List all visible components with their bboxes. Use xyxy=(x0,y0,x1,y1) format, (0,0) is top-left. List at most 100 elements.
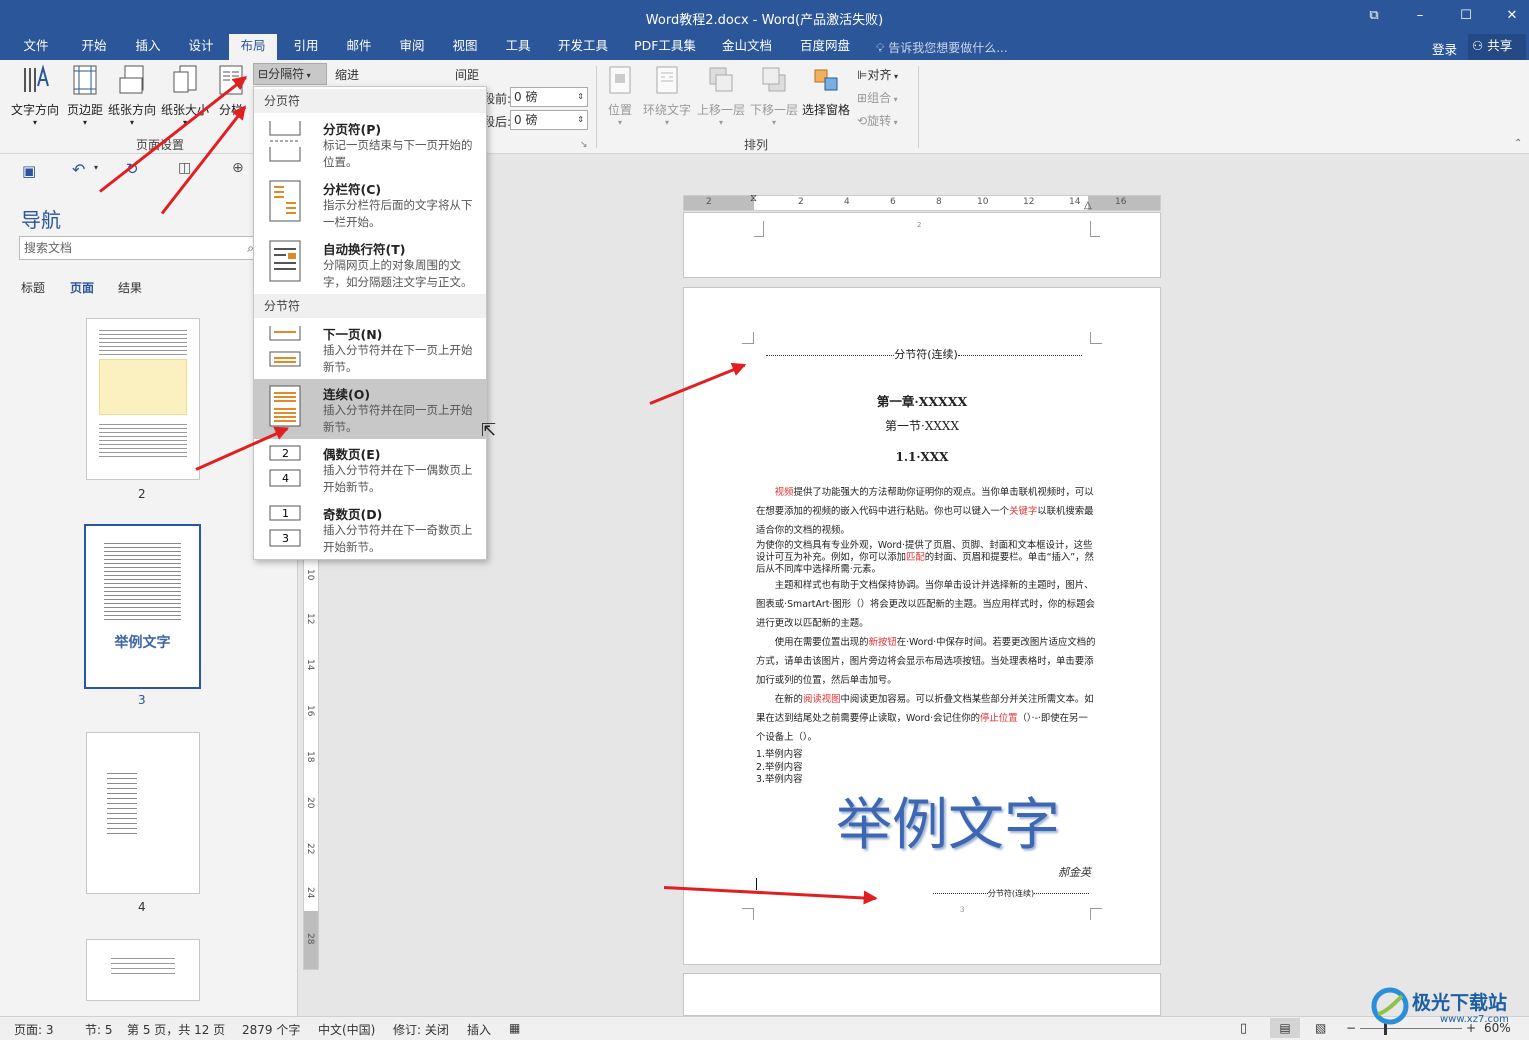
tab-design[interactable]: 设计 xyxy=(177,34,225,60)
maximize-button[interactable]: ☐ xyxy=(1443,0,1489,34)
menu-item-even-page[interactable]: 24 偶数页(E) 插入分节符并在下一偶数页上开始新节。 xyxy=(254,439,486,499)
ruler-tick: 12 xyxy=(1023,197,1035,207)
print-layout-view-icon[interactable]: ▤ xyxy=(1270,1018,1300,1038)
nav-search-input[interactable]: 搜索文档 ⌕ xyxy=(19,236,259,260)
login-link[interactable]: 登录 xyxy=(1432,39,1457,58)
right-indent-marker-icon[interactable]: △ xyxy=(1084,200,1092,211)
previous-page[interactable]: 2 xyxy=(683,212,1161,278)
spacing-before-field[interactable]: 0 磅 ⇕ xyxy=(510,87,588,107)
section-heading[interactable]: 第一节·XXXX xyxy=(684,417,1160,434)
share-button[interactable]: ⚇ 共享 xyxy=(1468,34,1526,60)
undo-icon[interactable]: ↶ xyxy=(72,160,85,179)
body-paragraph[interactable]: 为使你的文档具有专业外观，Word·提供了页眉、页脚、封面和文本框设计，这些设计… xyxy=(756,540,1096,576)
horizontal-ruler[interactable]: 2 2 4 6 8 10 12 14 16 ⧖ △ xyxy=(683,193,1161,211)
spinner-icon[interactable]: ⇕ xyxy=(577,88,584,106)
read-mode-view-icon[interactable]: ▯ xyxy=(1240,1021,1247,1036)
nav-tab-results[interactable]: 结果 xyxy=(118,279,142,296)
wordart-big-text[interactable]: 举例文字 xyxy=(836,780,1060,861)
page-thumbnail-5[interactable] xyxy=(86,939,200,1001)
align-button[interactable]: ⊫对齐 ▾ xyxy=(857,66,898,83)
current-page[interactable]: 分节符(连续) 第一章·XXXXX 第一节·XXXX 1.1·XXX 视频提供了… xyxy=(683,287,1161,965)
save-icon[interactable]: ▣ xyxy=(22,162,36,180)
status-insert[interactable]: 插入 xyxy=(467,1021,491,1038)
web-layout-view-icon[interactable]: ▧ xyxy=(1315,1021,1326,1035)
macro-icon[interactable]: ▦ xyxy=(509,1021,520,1035)
tab-tools[interactable]: 工具 xyxy=(494,34,542,60)
breaks-button[interactable]: ⊟分隔符 ▾ xyxy=(253,63,327,85)
subsection-heading[interactable]: 1.1·XXX xyxy=(684,450,1160,464)
paragraph-dialog-launcher-icon[interactable]: ↘ xyxy=(580,140,588,150)
section-break-bottom[interactable]: 分节符(连续) xyxy=(929,888,1093,899)
zoom-out-icon[interactable]: − xyxy=(1346,1021,1356,1035)
close-button[interactable]: ✕ xyxy=(1489,0,1529,34)
tab-baidu-netdisk[interactable]: 百度网盘 xyxy=(792,34,858,60)
menu-item-title: 下一页(N) xyxy=(323,327,383,342)
status-words[interactable]: 2879 个字 xyxy=(242,1021,300,1038)
menu-item-odd-page[interactable]: 13 奇数页(D) 插入分节符并在下一奇数页上开始新节。 xyxy=(254,499,486,559)
menu-item-page-break[interactable]: 分页符(P) 标记一页结束与下一页开始的位置。 xyxy=(254,114,486,174)
margins-button[interactable]: 页边距 ▾ xyxy=(64,64,106,127)
vertical-ruler[interactable]: 10 12 14 16 18 20 22 24 28 xyxy=(303,540,319,970)
watermark-logo: 极光下载站 www.xz7.com xyxy=(1370,982,1524,1034)
position-button[interactable]: 位置 ▾ xyxy=(603,64,637,127)
tab-insert[interactable]: 插入 xyxy=(124,34,172,60)
body-paragraph[interactable]: 主题和样式也有助于文档保持协调。当你单击设计并选择新的主题时，图片、图表或·Sm… xyxy=(756,576,1096,633)
tab-home[interactable]: 开始 xyxy=(70,34,118,60)
body-paragraph[interactable]: 使用在需要位置出现的新按钮在·Word·中保存时间。若要更改图片适应文档的方式，… xyxy=(756,633,1096,690)
tab-developer[interactable]: 开发工具 xyxy=(550,34,616,60)
nav-tab-pages[interactable]: 页面 xyxy=(70,279,94,296)
minimize-button[interactable]: – xyxy=(1397,0,1443,34)
spacing-after-label: 段后: xyxy=(483,115,512,129)
size-button[interactable]: 纸张大小▾ xyxy=(160,64,210,127)
nav-tab-headings[interactable]: 标题 xyxy=(21,279,45,296)
send-backward-button[interactable]: 下移一层 ▾ xyxy=(748,64,800,127)
indent-marker-icon[interactable]: ⧖ xyxy=(750,193,757,204)
read-mode-icon[interactable]: ◫ xyxy=(178,160,191,176)
body-paragraph[interactable]: 在新的阅读视图中阅读更加容易。可以折叠文档某些部分并关注所需文本。如果在达到结尾… xyxy=(756,690,1096,747)
tab-view[interactable]: 视图 xyxy=(441,34,489,60)
tab-review[interactable]: 审阅 xyxy=(388,34,436,60)
status-page[interactable]: 页面: 3 xyxy=(14,1021,54,1038)
body-paragraphs[interactable]: 视频提供了功能强大的方法帮助你证明你的观点。当你单击联机视频时，可以在想要添加的… xyxy=(756,483,1096,747)
tab-layout[interactable]: 布局 xyxy=(229,34,277,60)
signature-image[interactable]: 郝金英 xyxy=(1058,864,1091,880)
group-button[interactable]: ⊞组合 ▾ xyxy=(857,89,898,106)
section-break-top[interactable]: 分节符(连续) xyxy=(756,346,1092,362)
selection-pane-button[interactable]: 选择窗格 xyxy=(800,64,852,118)
bring-forward-button[interactable]: 上移一层 ▾ xyxy=(695,64,747,127)
tab-references[interactable]: 引用 xyxy=(282,34,330,60)
spacing-after-field[interactable]: 0 磅 ⇕ xyxy=(510,110,588,130)
ribbon-display-options-icon[interactable]: ⧉ xyxy=(1351,0,1397,34)
indent-label: 缩进 xyxy=(335,68,360,82)
page-thumbnail-2[interactable] xyxy=(86,318,200,480)
group-label: 组合 xyxy=(867,91,892,105)
next-page[interactable] xyxy=(683,973,1161,1016)
page-thumbnail-3[interactable]: 举例文字 xyxy=(84,524,201,689)
status-language[interactable]: 中文(中国) xyxy=(318,1021,375,1038)
tell-me[interactable]: 💡︎ 告诉我您想要做什么... xyxy=(876,39,1008,56)
chevron-down-icon[interactable]: ▾ xyxy=(94,163,98,172)
rotate-button[interactable]: ⟲旋转 ▾ xyxy=(857,112,898,129)
collapse-ribbon-icon[interactable]: ⌃ xyxy=(1514,138,1522,149)
web-icon[interactable]: ⊕ xyxy=(232,160,244,176)
status-pages[interactable]: 第 5 页，共 12 页 xyxy=(127,1021,225,1038)
tab-kingsoft-docs[interactable]: 金山文档 xyxy=(714,34,780,60)
orientation-button[interactable]: 纸张方向 ▾ xyxy=(106,64,158,127)
spinner-icon[interactable]: ⇕ xyxy=(577,111,584,129)
status-section[interactable]: 节: 5 xyxy=(85,1021,113,1038)
tab-mailings[interactable]: 邮件 xyxy=(335,34,383,60)
chapter-heading[interactable]: 第一章·XXXXX xyxy=(684,391,1160,410)
tab-file[interactable]: 文件 xyxy=(14,34,58,60)
menu-item-column-break[interactable]: 分栏符(C) 指示分栏符后面的文字将从下一栏开始。 xyxy=(254,174,486,234)
body-paragraph[interactable]: 视频提供了功能强大的方法帮助你证明你的观点。当你单击联机视频时，可以在想要添加的… xyxy=(756,483,1096,540)
tab-pdf-tools[interactable]: PDF工具集 xyxy=(628,34,702,60)
menu-item-text-wrapping-break[interactable]: 自动换行符(T) 分隔网页上的对象周围的文字，如分隔题注文字与正文。 xyxy=(254,234,486,294)
status-revision[interactable]: 修订: 关闭 xyxy=(393,1021,449,1038)
text-direction-button[interactable]: 文字方向 ▾ xyxy=(8,64,62,127)
menu-item-desc: 插入分节符并在下一奇数页上开始新节。 xyxy=(323,523,473,554)
wrap-text-button[interactable]: 环绕文字 ▾ xyxy=(641,64,693,127)
page-thumbnail-4[interactable] xyxy=(86,732,200,894)
page-break-icon xyxy=(269,121,301,162)
menu-item-next-page[interactable]: 下一页(N) 插入分节符并在下一页上开始新节。 xyxy=(254,319,486,379)
numbered-list[interactable]: 1.举例内容 2.举例内容 3.举例内容 xyxy=(756,749,802,787)
